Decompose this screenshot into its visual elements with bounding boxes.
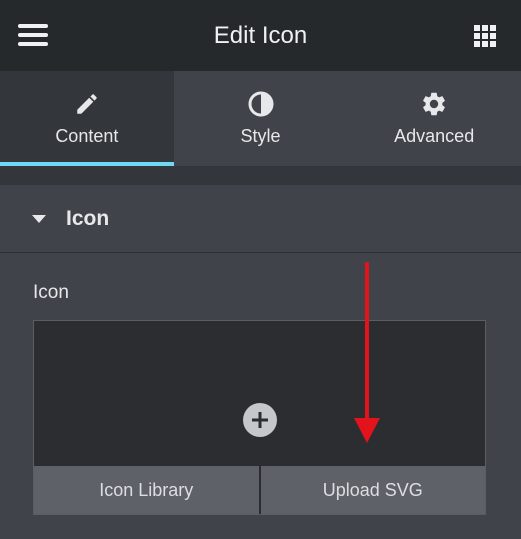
icon-field-label: Icon <box>33 282 69 303</box>
icon-picker[interactable]: Icon Library Upload SVG <box>33 320 486 515</box>
upload-svg-button[interactable]: Upload SVG <box>258 466 485 514</box>
icon-library-button[interactable]: Icon Library <box>34 466 259 514</box>
tab-advanced-label: Advanced <box>394 126 475 146</box>
section-body: Icon Icon Library Upload SVG <box>0 254 521 539</box>
gear-icon <box>420 90 448 118</box>
section-title: Icon <box>66 206 110 230</box>
picker-buttons: Icon Library Upload SVG <box>34 466 485 514</box>
pencil-icon <box>74 90 100 118</box>
hamburger-icon[interactable] <box>18 24 48 46</box>
panel-title: Edit Icon <box>213 21 308 49</box>
plus-circle-icon[interactable] <box>243 403 277 437</box>
tab-style-label: Style <box>240 126 281 146</box>
tab-content[interactable]: Content <box>0 71 174 166</box>
contrast-icon <box>247 90 275 118</box>
panel-header: Edit Icon <box>0 0 521 71</box>
apps-grid-icon[interactable] <box>474 25 496 47</box>
tab-style[interactable]: Style <box>174 71 348 166</box>
caret-down-icon <box>32 214 46 223</box>
tab-content-label: Content <box>55 126 119 146</box>
panel-tabs: Content Style Advanced <box>0 71 521 166</box>
section-gap <box>0 166 521 185</box>
red-arrow-annotation <box>354 262 380 443</box>
tab-advanced[interactable]: Advanced <box>347 71 521 166</box>
section-toggle-icon[interactable]: Icon <box>0 185 521 253</box>
